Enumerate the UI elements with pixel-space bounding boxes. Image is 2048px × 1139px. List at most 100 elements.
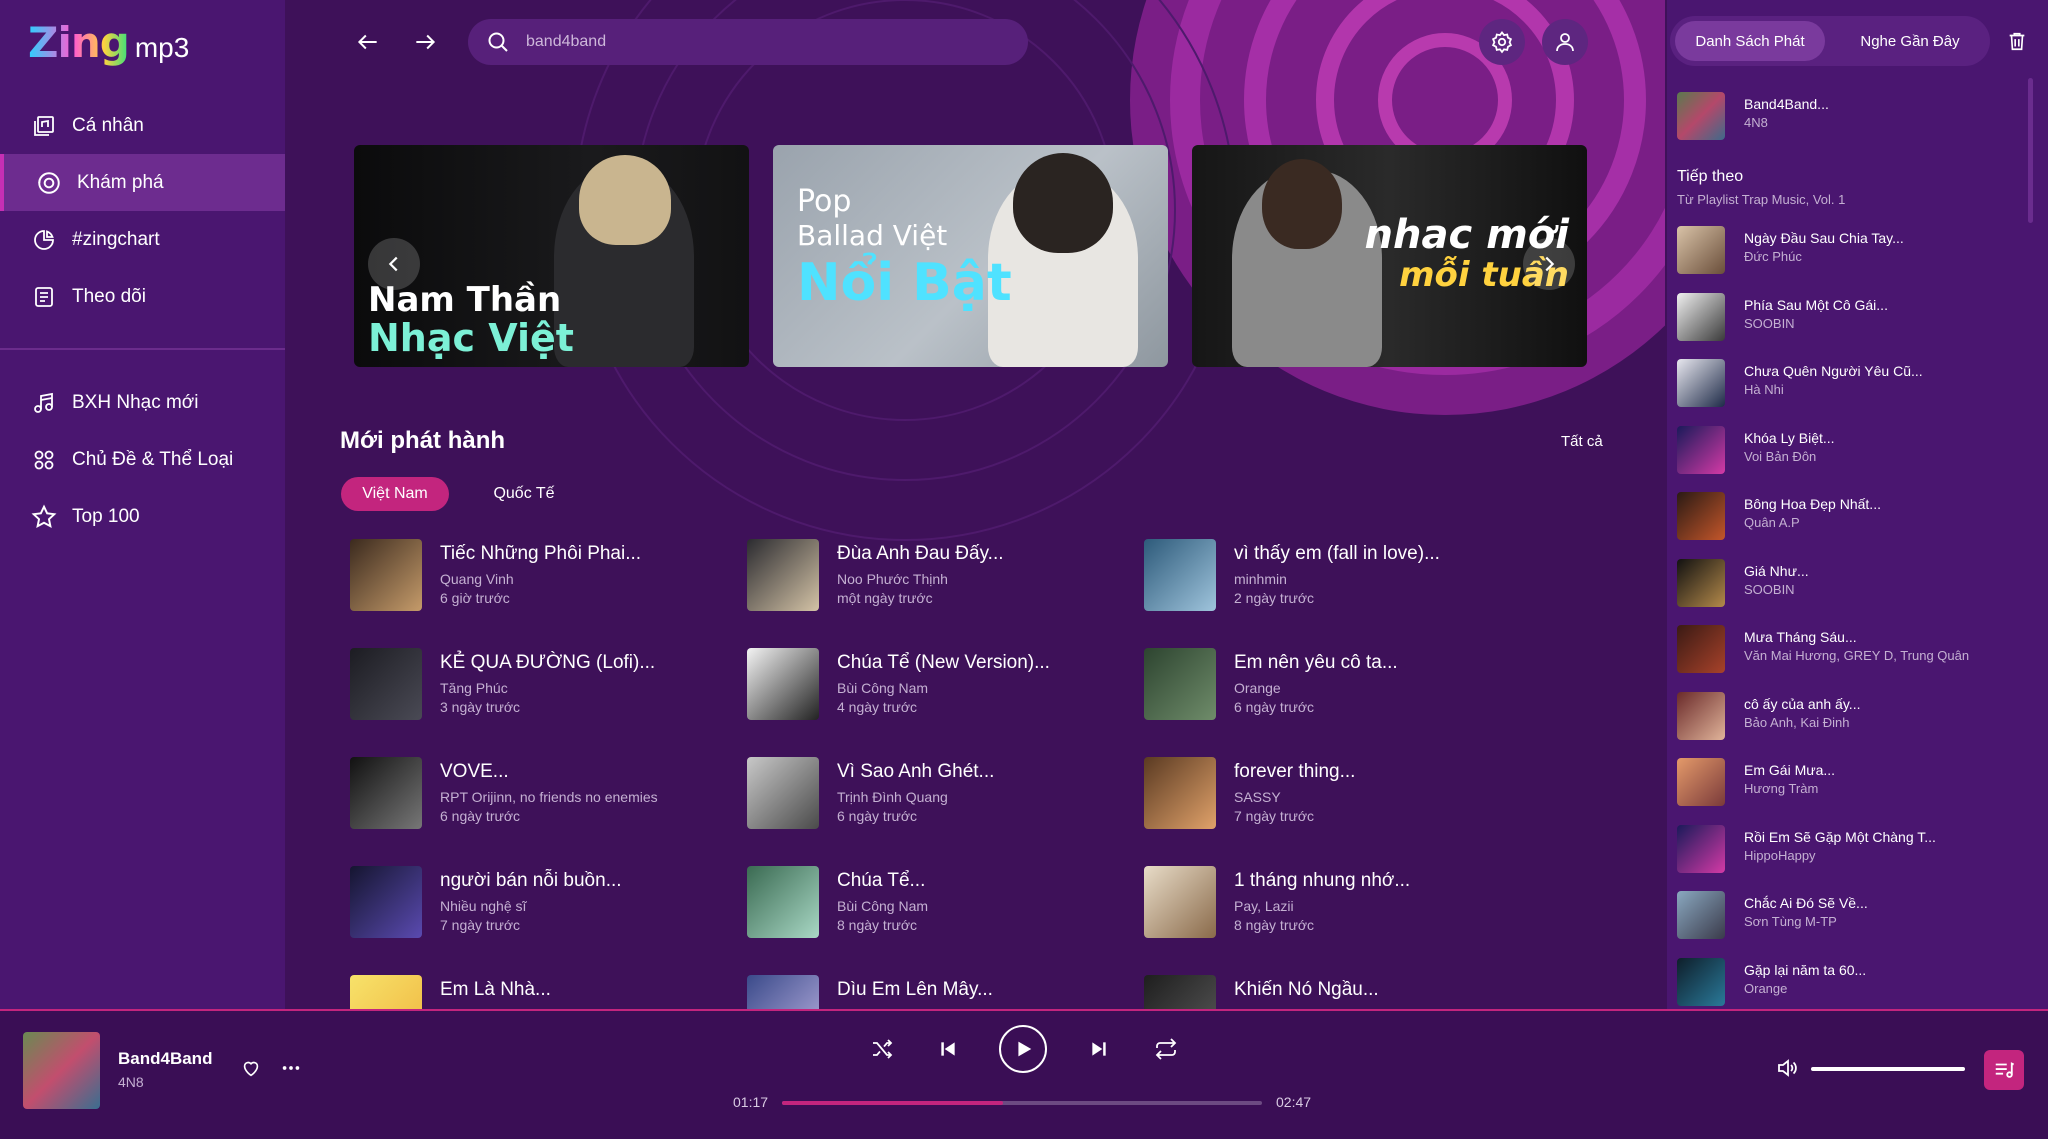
- song-item[interactable]: Em Là Nhà...: [350, 971, 730, 1009]
- star-icon: [30, 503, 58, 531]
- queue-scrollbar[interactable]: [2028, 78, 2033, 223]
- like-button[interactable]: [234, 1051, 268, 1085]
- queue-item[interactable]: Chắc Ai Đó Sẽ Về... Sơn Tùng M-TP: [1677, 887, 2017, 943]
- song-item[interactable]: Chúa Tể (New Version)... Bùi Công Nam 4 ng…: [747, 644, 1127, 724]
- tab-nghe-gan-day[interactable]: Nghe Gần Đây: [1835, 21, 1985, 61]
- queue-item[interactable]: Giá Như... SOOBIN: [1677, 555, 2017, 611]
- sidebar-item-label: Theo dõi: [72, 285, 146, 307]
- queue-item[interactable]: cô ấy của anh ấy... Bảo Anh, Kai Đinh: [1677, 688, 2017, 744]
- song-item[interactable]: Dìu Em Lên Mây...: [747, 971, 1127, 1009]
- search-input[interactable]: [526, 33, 986, 51]
- queue-item-title: Chưa Quên Người Yêu Cũ...: [1744, 363, 1923, 379]
- forward-button[interactable]: [403, 20, 447, 64]
- album-art: [1677, 92, 1725, 140]
- sidebar-item-chu-de[interactable]: Chủ Đề & Thể Loại: [0, 431, 285, 488]
- song-item[interactable]: KẺ QUA ĐƯỜNG (Lofi)... Tăng Phúc 3 ngày tr…: [350, 644, 730, 724]
- queue-item-artist: 4N8: [1744, 115, 1768, 130]
- nav-secondary: BXH Nhạc mới Chủ Đề & Thể Loại Top 100: [0, 374, 285, 545]
- queue-item[interactable]: Chưa Quên Người Yêu Cũ... Hà Nhi: [1677, 355, 2017, 411]
- banner-pop-ballad[interactable]: Pop Ballad Việt Nổi Bật: [773, 145, 1168, 367]
- queue-item[interactable]: Gặp lại năm ta 60... Orange: [1677, 954, 2017, 1010]
- queue-item[interactable]: Mưa Tháng Sáu... Văn Mai Hương, GREY D, T…: [1677, 621, 2017, 677]
- sidebar-divider: [0, 348, 285, 350]
- album-art: [1677, 226, 1725, 274]
- sidebar-item-label: Khám phá: [77, 171, 164, 193]
- queue-item[interactable]: Phía Sau Một Cô Gái... SOOBIN: [1677, 289, 2017, 345]
- volume-button[interactable]: [1770, 1051, 1804, 1085]
- song-item[interactable]: forever thing... SASSY 7 ngày trước: [1144, 753, 1524, 833]
- shuffle-button[interactable]: [864, 1031, 900, 1067]
- song-release-date: 6 giờ trước: [440, 590, 510, 606]
- song-release-date: 6 ngày trước: [1234, 699, 1315, 715]
- back-button[interactable]: [346, 20, 390, 64]
- tab-danh-sach-phat[interactable]: Danh Sách Phát: [1675, 21, 1825, 61]
- see-all-link[interactable]: Tất cả: [1561, 433, 1603, 450]
- user-icon: [1556, 33, 1574, 52]
- song-item[interactable]: vì thấy em (fall in love)... minhmin 2 ngà…: [1144, 535, 1524, 615]
- queue-item[interactable]: Bông Hoa Đẹp Nhất... Quân A.P: [1677, 488, 2017, 544]
- account-button[interactable]: [1542, 19, 1588, 65]
- queue-item-artist: Sơn Tùng M-TP: [1744, 914, 1837, 929]
- song-thumbnail: [747, 648, 819, 720]
- sidebar-item-kham-pha[interactable]: Khám phá: [0, 154, 285, 211]
- song-artist: Quang Vinh: [440, 571, 514, 587]
- album-art: [1677, 824, 1725, 873]
- queue-item-artist: Voi Bản Đôn: [1744, 448, 1817, 464]
- song-item[interactable]: Chúa Tể... Bùi Công Nam 8 ngày trước: [747, 862, 1127, 942]
- search-bar[interactable]: [468, 19, 1028, 65]
- song-item[interactable]: Đùa Anh Đau Đấy... Noo Phước Thịnh một ngà…: [747, 535, 1127, 615]
- sidebar-item-top-100[interactable]: Top 100: [0, 488, 285, 545]
- queue-item[interactable]: Rồi Em Sẽ Gặp Một Chàng T... HippoHappy: [1677, 821, 2017, 877]
- song-item[interactable]: người bán nỗi buồn... Nhiều nghệ sĩ 7 ngày…: [350, 862, 730, 942]
- queue-item-artist: Hương Tràm: [1744, 781, 1819, 796]
- song-artist: SASSY: [1234, 789, 1281, 805]
- library-icon: [30, 112, 58, 140]
- previous-button[interactable]: [930, 1031, 966, 1067]
- song-item[interactable]: Khiến Nó Ngầu...: [1144, 971, 1524, 1009]
- more-button[interactable]: [274, 1051, 308, 1085]
- logo[interactable]: Zing mp3: [28, 18, 189, 67]
- queue-item[interactable]: Em Gái Mưa... Hương Tràm: [1677, 754, 2017, 810]
- song-artist: Nhiều nghệ sĩ: [440, 898, 527, 914]
- song-item[interactable]: Tiếc Những Phôi Phai... Quang Vinh 6 giờ t…: [350, 535, 730, 615]
- music-note-icon: [30, 389, 58, 417]
- previous-icon: [941, 1042, 955, 1056]
- song-thumbnail: [350, 757, 422, 829]
- logo-sub: mp3: [134, 32, 190, 63]
- logo-main: Zing: [28, 18, 130, 67]
- tab-viet-nam[interactable]: Việt Nam: [341, 477, 449, 511]
- player-artist[interactable]: 4N8: [118, 1074, 144, 1090]
- banner-prev-button[interactable]: [368, 238, 420, 290]
- volume-slider[interactable]: [1811, 1067, 1965, 1071]
- clear-queue-button[interactable]: [1995, 19, 2039, 63]
- sidebar-item-zingchart[interactable]: #zingchart: [0, 211, 285, 268]
- settings-button[interactable]: [1479, 19, 1525, 65]
- repeat-button[interactable]: [1148, 1031, 1184, 1067]
- player-bar: Band4Band 4N8 01:17 02:47: [0, 1009, 2048, 1139]
- sidebar-item-bxh-nhac-moi[interactable]: BXH Nhạc mới: [0, 374, 285, 431]
- sidebar-item-ca-nhan[interactable]: Cá nhân: [0, 97, 285, 154]
- album-art: [1677, 891, 1725, 939]
- queue-item[interactable]: Ngày Đầu Sau Chia Tay... Đức Phúc: [1677, 222, 2017, 278]
- queue-item[interactable]: Khóa Ly Biệt... Voi Bản Đôn: [1677, 422, 2017, 478]
- sidebar-item-label: Chủ Đề & Thể Loại: [72, 448, 234, 470]
- song-item[interactable]: Vì Sao Anh Ghét... Trịnh Đình Quang 6 ngày…: [747, 753, 1127, 833]
- sidebar-item-theo-doi[interactable]: Theo dõi: [0, 268, 285, 325]
- play-button[interactable]: [999, 1025, 1047, 1073]
- song-title: người bán nỗi buồn...: [440, 870, 622, 891]
- song-item[interactable]: Em nên yêu cô ta... Orange 6 ngày trước: [1144, 644, 1524, 724]
- playlist-toggle-button[interactable]: [1984, 1050, 2024, 1090]
- player-album-art: [23, 1032, 100, 1109]
- progress-bar[interactable]: [782, 1101, 1262, 1105]
- queue-current-item[interactable]: Band4Band... 4N8: [1677, 88, 2017, 144]
- next-button[interactable]: [1081, 1031, 1117, 1067]
- queue-item-title: Bông Hoa Đẹp Nhất...: [1744, 496, 1881, 512]
- tab-quoc-te[interactable]: Quốc Tế: [480, 477, 568, 511]
- queue-item-title: Gặp lại năm ta 60...: [1744, 961, 1867, 978]
- player-title[interactable]: Band4Band: [118, 1049, 212, 1069]
- progress-fill: [782, 1101, 1003, 1105]
- song-item[interactable]: 1 tháng nhung nhớ... Pay, Lazii 8 ngày trư…: [1144, 862, 1524, 942]
- arrow-right-icon: [416, 34, 436, 50]
- song-item[interactable]: VOVE... RPT Orijinn, no friends no enemie…: [350, 753, 730, 833]
- banner-next-button[interactable]: [1523, 238, 1575, 290]
